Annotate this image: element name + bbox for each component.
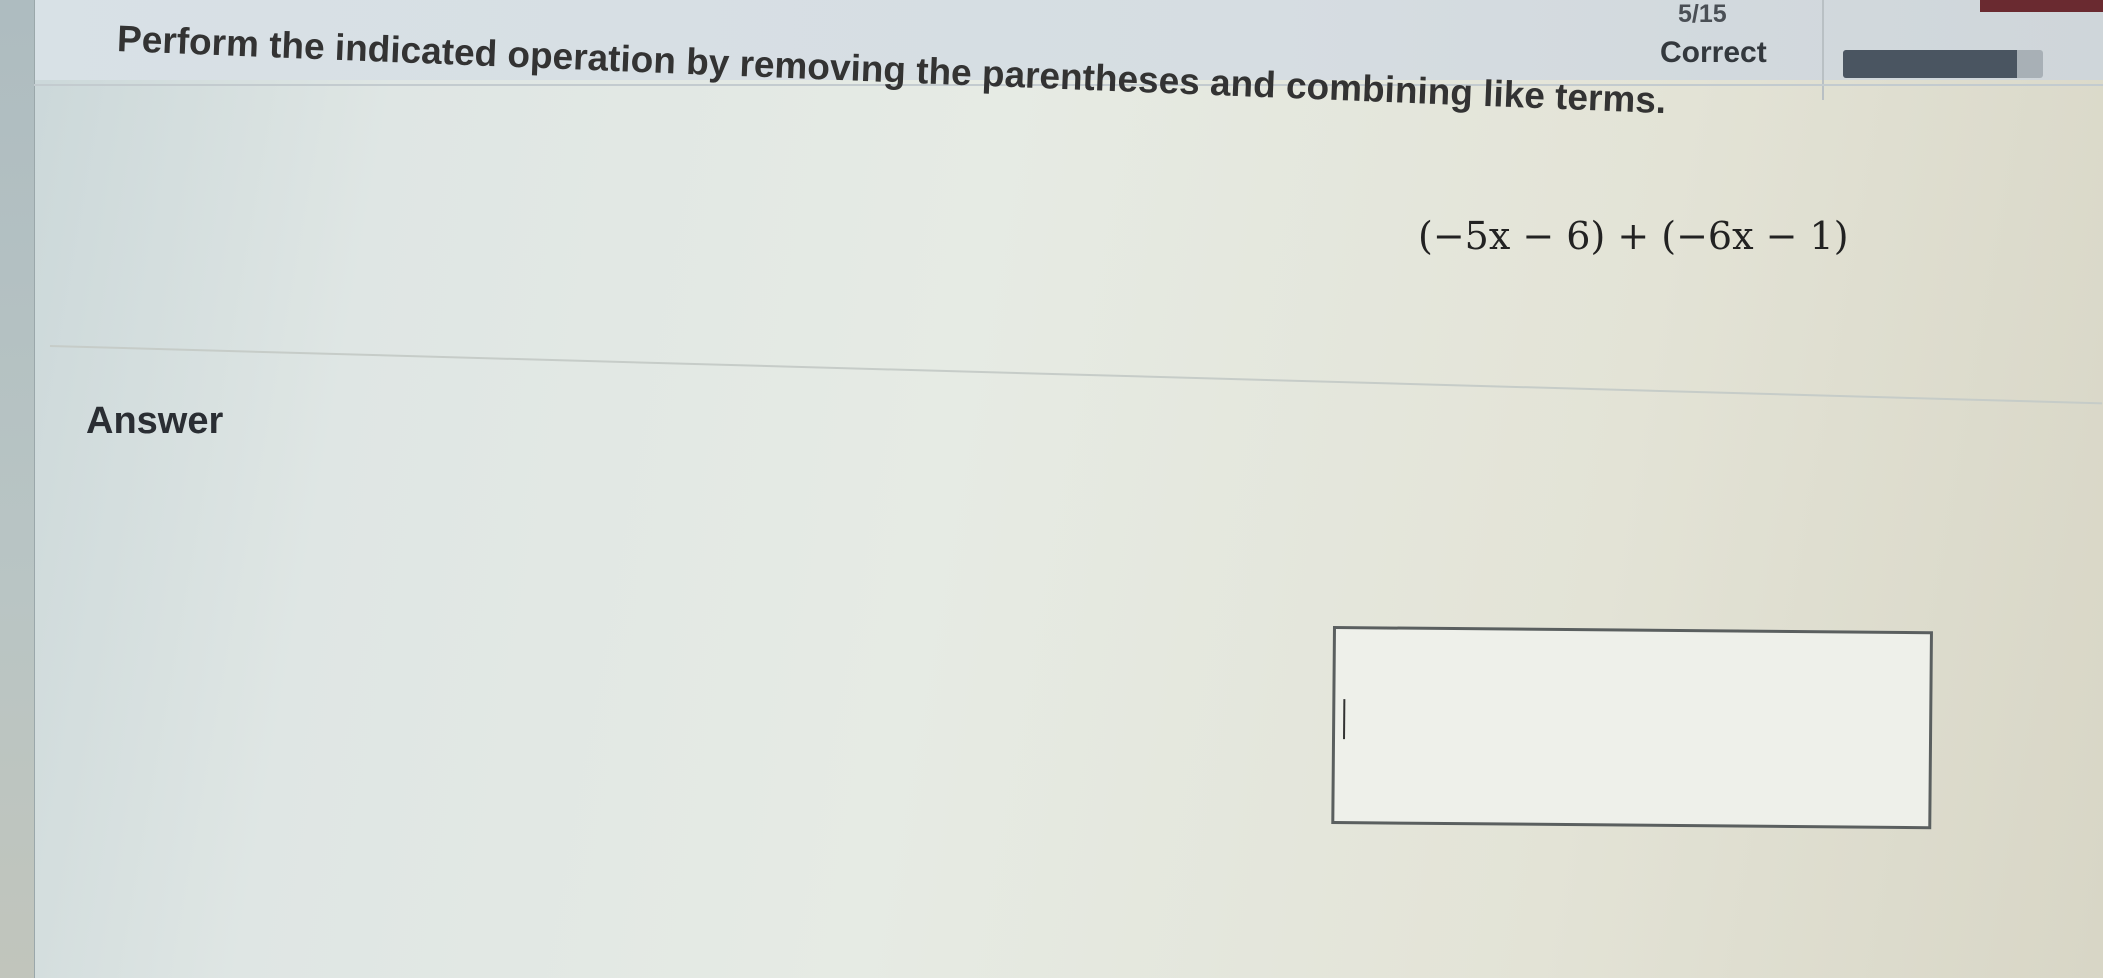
- progress-count: 5/15: [1678, 0, 1727, 28]
- corner-accent: [1980, 0, 2103, 12]
- section-divider: [49, 345, 2103, 405]
- answer-label: Answer: [86, 400, 224, 442]
- progress-bar: [1843, 50, 2043, 78]
- left-sidebar-strip: [0, 0, 35, 978]
- progress-bar-fill: [1843, 50, 2017, 78]
- answer-input[interactable]: [1331, 626, 1933, 830]
- status-label: Correct: [1660, 36, 1767, 69]
- math-expression: (−5x − 6) + (−6x − 1): [1418, 214, 1849, 258]
- text-caret: [1343, 699, 1346, 740]
- question-page: 5/15 Correct Perform the indicated opera…: [0, 0, 2103, 978]
